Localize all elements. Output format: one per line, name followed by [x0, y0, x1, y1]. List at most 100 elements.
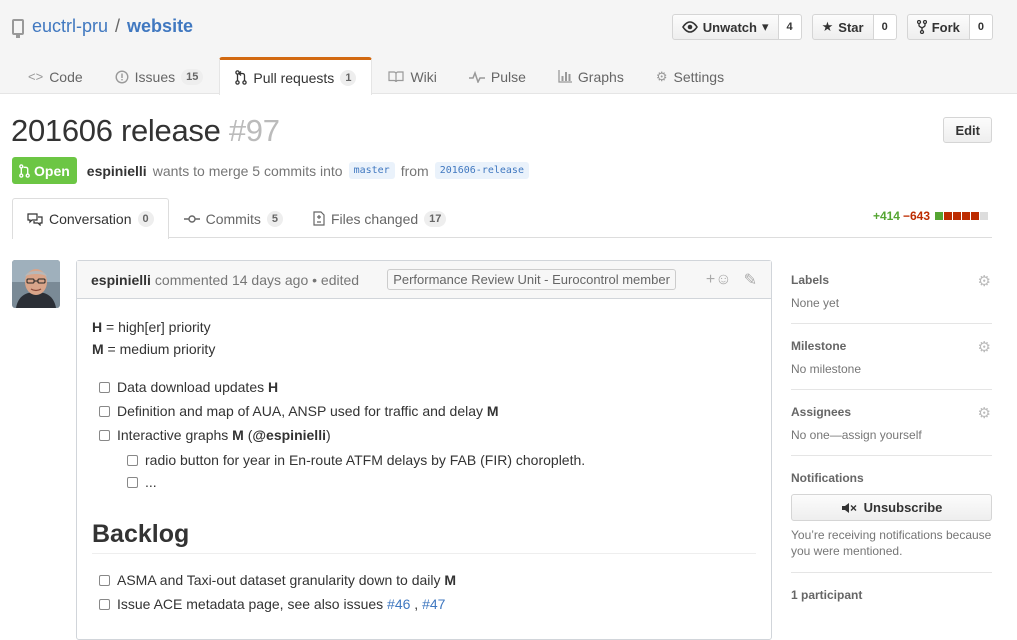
merge-text: wants to merge 5 commits into — [152, 162, 343, 179]
sidebar-assignees: Assignees ⚙ No one—assign yourself — [791, 390, 992, 456]
repo-actions: Unwatch ▾ 4 ★ Star 0 Fork 0 — [671, 14, 993, 40]
diffstat-block — [962, 212, 970, 220]
forks-count[interactable]: 0 — [969, 14, 993, 40]
diffstat-block — [944, 212, 952, 220]
gear-icon[interactable]: ⚙ — [978, 338, 991, 356]
task-checkbox[interactable] — [99, 574, 110, 586]
repo-nav: <> Code Issues 15 Pull requests 1 Wiki P… — [12, 57, 740, 95]
nav-code-label: Code — [49, 68, 83, 85]
repo-path-separator: / — [115, 16, 121, 36]
conversation-counter: 0 — [137, 211, 154, 227]
pr-title-text: 201606 release — [11, 113, 221, 148]
tab-files-changed[interactable]: Files changed 17 — [298, 198, 461, 238]
task-checkbox[interactable] — [99, 598, 110, 610]
comment-author-link[interactable]: espinielli — [91, 272, 151, 288]
nav-wiki[interactable]: Wiki — [372, 57, 452, 95]
issues-counter: 15 — [181, 68, 204, 85]
user-mention[interactable]: @espinielli — [252, 427, 326, 443]
repo-icon — [12, 18, 24, 38]
star-group: ★ Star 0 — [811, 14, 897, 40]
pencil-icon[interactable]: ✎ — [744, 270, 757, 290]
star-label: Star — [838, 19, 864, 35]
fork-button[interactable]: Fork — [906, 14, 970, 40]
pr-meta: Open espinielli wants to merge 5 commits… — [12, 157, 529, 184]
tab-conversation[interactable]: Conversation 0 — [12, 198, 169, 239]
unwatch-button[interactable]: Unwatch ▾ — [671, 14, 779, 40]
backlog-heading: Backlog — [92, 522, 756, 554]
comment-header: espinielli commented 14 days ago • edite… — [77, 261, 771, 299]
star-button[interactable]: ★ Star — [811, 14, 874, 40]
task-checkbox[interactable] — [99, 405, 110, 417]
watchers-count[interactable]: 4 — [778, 14, 802, 40]
add-reaction-icon[interactable]: +☺ — [706, 271, 732, 289]
diffstat-additions: +414 — [872, 209, 900, 223]
task-list: Data download updates H Definition and m… — [92, 375, 756, 495]
diffstat-blocks — [935, 212, 988, 220]
pr-state-badge: Open — [12, 157, 77, 184]
nav-pulse[interactable]: Pulse — [453, 57, 542, 95]
pr-description-comment: espinielli commented 14 days ago • edite… — [76, 260, 772, 640]
files-counter: 17 — [424, 210, 447, 227]
gear-icon[interactable]: ⚙ — [978, 404, 991, 422]
repo-owner-link[interactable]: euctrl-pru — [32, 16, 108, 37]
nav-pull-requests[interactable]: Pull requests 1 — [219, 57, 373, 95]
diffstat-deletions: −643 — [902, 209, 930, 223]
nav-settings-label: Settings — [673, 68, 725, 85]
task-list-item: Data download updates H — [99, 375, 756, 399]
task-checkbox[interactable] — [127, 476, 138, 488]
sidebar-participants: 1 participant — [791, 573, 992, 624]
tab-commits-label: Commits — [205, 210, 261, 227]
task-checkbox[interactable] — [99, 381, 110, 393]
milestone-heading: Milestone — [791, 339, 847, 353]
issue-link-47[interactable]: #47 — [422, 596, 445, 612]
discussion-sidebar: Labels ⚙ None yet Milestone ⚙ No milesto… — [791, 258, 992, 624]
gear-icon: ⚙ — [655, 68, 668, 84]
edit-title-button[interactable]: Edit — [943, 117, 992, 143]
repo-name-link[interactable]: website — [127, 16, 193, 37]
task-checkbox[interactable] — [127, 454, 138, 466]
assign-yourself-link[interactable]: No one—assign yourself — [791, 428, 992, 442]
fork-icon — [916, 20, 927, 34]
git-pull-request-icon — [19, 163, 30, 178]
tab-commits[interactable]: Commits 5 — [169, 198, 298, 238]
comment-discussion-icon — [27, 212, 43, 226]
mute-icon — [841, 502, 857, 513]
nav-issues[interactable]: Issues 15 — [99, 57, 220, 95]
nav-pulse-label: Pulse — [490, 68, 526, 85]
gear-icon[interactable]: ⚙ — [978, 272, 991, 290]
diffstat-block — [971, 212, 979, 220]
task-list-item: Issue ACE metadata page, see also issues… — [99, 592, 756, 616]
nav-settings[interactable]: ⚙ Settings — [640, 57, 740, 95]
nav-graphs[interactable]: Graphs — [542, 57, 640, 95]
task-checkbox[interactable] — [99, 429, 110, 441]
nav-graphs-label: Graphs — [577, 68, 624, 85]
watch-group: Unwatch ▾ 4 — [671, 14, 802, 40]
unwatch-label: Unwatch — [702, 19, 757, 35]
labels-heading: Labels — [791, 273, 830, 287]
pr-number: #97 — [228, 113, 280, 148]
notifications-reason: You’re receiving notifications because y… — [791, 528, 992, 558]
comment-meta[interactable]: commented 14 days ago • edited — [155, 272, 359, 288]
file-diff-icon — [313, 211, 325, 226]
sidebar-notifications: Notifications Unsubscribe You’re receivi… — [791, 456, 992, 573]
tab-files-label: Files changed — [330, 210, 419, 227]
pulls-counter: 1 — [340, 69, 357, 86]
issue-link-46[interactable]: #46 — [387, 596, 410, 612]
stargazers-count[interactable]: 0 — [873, 14, 897, 40]
participants-heading: 1 participant — [791, 588, 863, 602]
unsubscribe-button[interactable]: Unsubscribe — [791, 494, 992, 521]
labels-value: None yet — [791, 296, 840, 310]
task-list-subitem: ... — [127, 469, 756, 495]
task-list-item: Definition and map of AUA, ANSP used for… — [99, 399, 756, 423]
nav-code[interactable]: <> Code — [12, 57, 99, 95]
avatar[interactable] — [12, 260, 60, 308]
pr-author-link[interactable]: espinielli — [87, 163, 147, 179]
git-commit-icon — [183, 214, 200, 223]
star-icon: ★ — [821, 19, 834, 34]
unsubscribe-label: Unsubscribe — [863, 500, 943, 515]
tab-conversation-label: Conversation — [49, 211, 132, 227]
pr-title: 201606 release #97 — [11, 113, 280, 149]
sidebar-labels: Labels ⚙ None yet — [791, 258, 992, 324]
notifications-heading: Notifications — [791, 471, 864, 485]
task-list-item: Interactive graphs M (@espinielli) — [99, 423, 756, 447]
